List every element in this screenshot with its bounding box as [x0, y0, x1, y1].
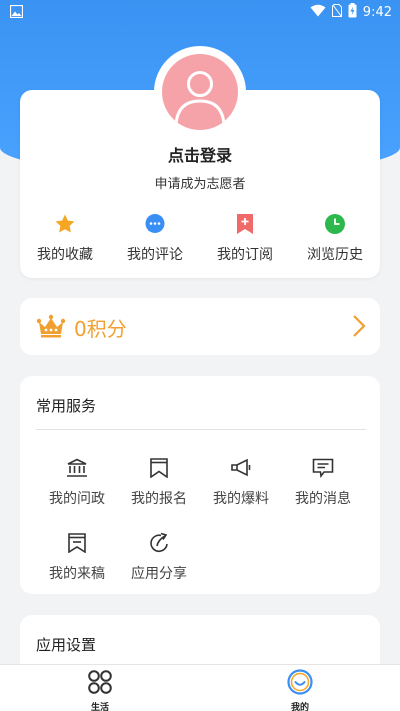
- comment-icon: [144, 213, 166, 235]
- service-messages[interactable]: 我的消息: [283, 456, 363, 508]
- share-icon: [148, 531, 170, 555]
- quick-subscriptions-label: 我的订阅: [217, 247, 273, 263]
- status-time: 9:42: [362, 5, 392, 20]
- settings-title: 应用设置: [36, 636, 97, 654]
- service-manuscripts[interactable]: 我的来稿: [37, 531, 117, 583]
- volunteer-link[interactable]: 申请成为志愿者: [0, 173, 400, 192]
- quick-subscriptions[interactable]: 我的订阅: [200, 213, 290, 268]
- services-card: 常用服务 我的问政 我的报名 我的爆料 我的消息 我的来稿 应用分享: [20, 376, 380, 594]
- tab-mine[interactable]: 我的: [270, 669, 330, 711]
- service-messages-label: 我的消息: [295, 491, 351, 507]
- service-signup[interactable]: 我的报名: [119, 456, 199, 508]
- service-tipoff-label: 我的爆料: [213, 491, 269, 507]
- quick-comments-label: 我的评论: [127, 247, 183, 263]
- signup-bookmark-icon: [149, 456, 169, 480]
- login-button[interactable]: 点击登录: [0, 142, 400, 166]
- quick-history[interactable]: 浏览历史: [290, 213, 380, 268]
- points-card[interactable]: 0积分: [20, 298, 380, 355]
- avatar-placeholder-icon: [162, 54, 238, 130]
- message-icon: [312, 456, 334, 480]
- clock-icon: [324, 213, 346, 235]
- status-bar: 9:42: [0, 0, 400, 24]
- wifi-icon: [310, 4, 326, 21]
- battery-charging-icon: [348, 3, 357, 22]
- sim-off-icon: [331, 4, 342, 21]
- grid-circles-icon: [87, 669, 113, 699]
- bottom-tabbar: 生活 我的: [0, 664, 400, 711]
- divider: [36, 429, 366, 430]
- service-inquiry-label: 我的问政: [49, 491, 105, 507]
- manuscript-icon: [67, 531, 87, 555]
- crown-icon: [36, 314, 66, 342]
- service-inquiry[interactable]: 我的问政: [37, 456, 117, 508]
- image-icon: [9, 4, 24, 22]
- quick-favorites-label: 我的收藏: [37, 247, 93, 263]
- points-value: 0积分: [74, 317, 127, 341]
- bookmark-add-icon: [234, 213, 256, 235]
- star-icon: [54, 213, 76, 235]
- avatar[interactable]: [154, 46, 246, 138]
- service-share-app-label: 应用分享: [131, 566, 187, 582]
- chevron-right-icon: [352, 314, 366, 342]
- tab-life[interactable]: 生活: [70, 669, 130, 711]
- tab-mine-label: 我的: [290, 703, 309, 711]
- tab-life-label: 生活: [90, 703, 109, 711]
- quick-favorites[interactable]: 我的收藏: [20, 213, 110, 268]
- service-share-app[interactable]: 应用分享: [119, 531, 199, 583]
- smile-icon: [287, 669, 313, 699]
- quick-history-label: 浏览历史: [307, 247, 363, 263]
- services-title: 常用服务: [36, 397, 97, 415]
- quick-comments[interactable]: 我的评论: [110, 213, 200, 268]
- government-icon: [66, 456, 88, 480]
- quick-actions: 我的收藏 我的评论 我的订阅 浏览历史: [20, 213, 380, 268]
- service-manuscripts-label: 我的来稿: [49, 566, 105, 582]
- service-tipoff[interactable]: 我的爆料: [201, 456, 281, 508]
- megaphone-icon: [230, 456, 252, 480]
- service-signup-label: 我的报名: [131, 491, 187, 507]
